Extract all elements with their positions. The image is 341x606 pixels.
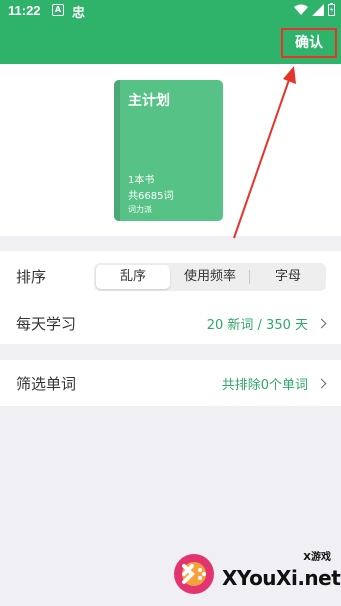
sort-option-frequency[interactable]: 使用频率 [172,263,248,291]
watermark-top-text: X游戏 [303,552,331,563]
chevron-right-icon [316,378,327,389]
chevron-right-icon [316,318,327,329]
sort-segmented-control: 乱序 使用频率 字母 [94,263,326,291]
plan-card-spine [114,80,120,221]
app-icon: 忠 [72,6,86,21]
status-bar: 11:22 A 忠 [0,0,341,22]
status-right-icons [294,3,335,16]
plan-book-count: 1本书 [128,175,155,186]
status-time: 11:22 [8,3,41,18]
watermark: X游戏 XYouXi.net [172,544,341,600]
filter-words-label: 筛选单词 [16,375,77,393]
app-header: 11:22 A 忠 确认 [0,0,341,64]
filter-words-row[interactable]: 筛选单词 共排除0个单词 [0,360,341,406]
wifi-icon [294,4,308,15]
filter-words-value: 共排除0个单词 [221,374,327,393]
plan-title: 主计划 [128,93,170,109]
daily-study-value[interactable]: 20 新词 / 350 天 [206,314,327,333]
watermark-main-text: XYouXi.net [222,566,341,590]
sort-option-alphabet[interactable]: 字母 [250,263,326,291]
plan-card[interactable]: 主计划 1本书 共6685词 词力派 [114,80,223,221]
gamepad-logo-icon [174,554,214,594]
signal-icon [312,3,324,16]
filter-words-value-text: 共排除0个单词 [221,378,308,393]
battery-icon [328,3,335,16]
plan-card-area: 主计划 1本书 共6685词 词力派 [0,64,341,236]
confirm-button[interactable]: 确认 [281,28,337,58]
daily-study-label: 每天学习 [16,315,77,333]
plan-tag: 词力派 [128,205,152,214]
sort-option-random[interactable]: 乱序 [96,265,170,289]
sort-label: 排序 [16,268,47,286]
notification-a-icon: A [52,4,64,16]
daily-study-value-text: 20 新词 / 350 天 [206,318,308,333]
plan-word-count: 共6685词 [128,191,174,202]
